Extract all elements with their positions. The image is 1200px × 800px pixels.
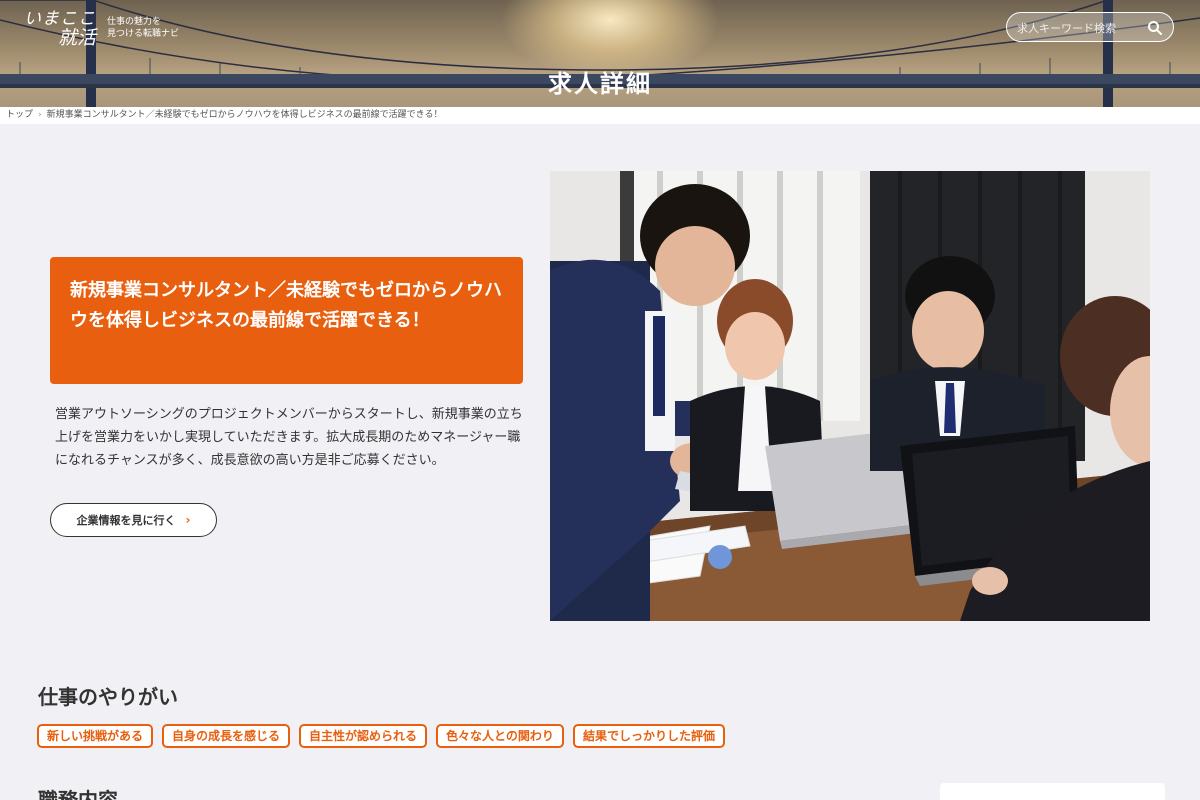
duties-section-title: 職務内容 [38,788,118,800]
yarigai-tag: 自主性が認められる [299,724,428,748]
yarigai-tag: 新しい挑戦がある [37,724,154,748]
chevron-right-icon: › [185,513,191,527]
yarigai-tag: 色々な人との関わり [436,724,564,748]
keyword-search [1006,12,1174,42]
yarigai-section-title: 仕事のやりがい [38,685,178,709]
breadcrumb-separator-icon: › [38,110,42,120]
logo-text-line1: いまここ [24,9,96,29]
site-tagline: 仕事の魅力を 見つける転職ナビ [107,16,179,40]
job-photo [550,171,1150,621]
breadcrumb: トップ › 新規事業コンサルタント／未経験でもゼロからノウハウを体得しビジネスの最前… [0,107,1200,124]
yarigai-tag-list: 新しい挑戦がある 自身の成長を感じる 自主性が認められる 色々な人との関わり 結… [37,724,725,748]
site-header: いまここ 就活 仕事の魅力を 見つける転職ナビ 求人詳細 [0,0,1200,107]
logo-text-line2: 就活 [58,27,97,49]
company-info-button[interactable]: 企業情報を見に行く › [50,503,217,537]
job-title: 新規事業コンサルタント／未経験でもゼロからノウハウを体得しビジネスの最前線で活躍… [70,280,502,331]
tagline-line2: 見つける転職ナビ [107,29,180,39]
job-description: 営業アウトソーシングのプロジェクトメンバーからスタートし、新規事業の立ち上げを営… [55,407,523,468]
search-icon[interactable] [1147,20,1163,36]
job-title-box: 新規事業コンサルタント／未経験でもゼロからノウハウを体得しビジネスの最前線で活躍… [50,257,523,384]
company-info-button-label: 企業情報を見に行く [76,514,176,527]
breadcrumb-current: 新規事業コンサルタント／未経験でもゼロからノウハウを体得しビジネスの最前線で活躍… [46,110,443,120]
side-card [940,783,1165,800]
yarigai-tag: 自身の成長を感じる [162,724,291,748]
search-input[interactable] [1017,19,1147,37]
breadcrumb-home[interactable]: トップ [6,110,33,120]
office-meeting-photo [550,171,1150,621]
page-title: 求人詳細 [548,70,652,98]
tagline-line1: 仕事の魅力を [107,17,162,27]
yarigai-tag: 結果でしっかりした評価 [572,724,725,748]
site-logo[interactable]: いまここ 就活 [24,10,96,48]
